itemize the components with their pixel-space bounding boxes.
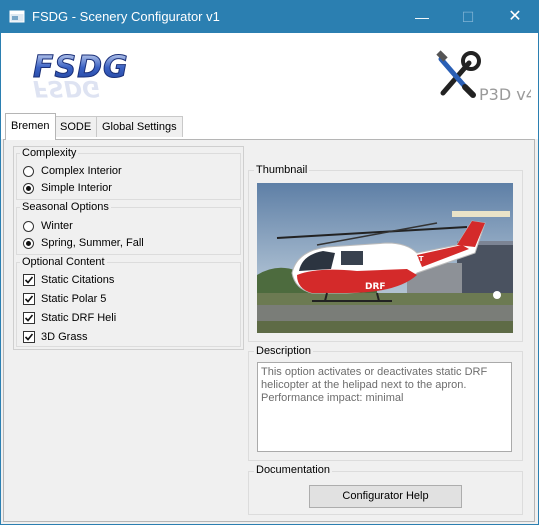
checkbox-box[interactable] — [23, 312, 35, 324]
check-icon — [24, 333, 34, 341]
radio-circle[interactable] — [23, 221, 34, 232]
check-icon — [24, 314, 34, 322]
static-citations-label: Static Citations — [41, 274, 115, 286]
complex-interior-label: Complex Interior — [41, 165, 122, 177]
winter-label: Winter — [41, 220, 73, 232]
configurator-help-button[interactable]: Configurator Help — [309, 485, 462, 508]
app-window: FSDG - Scenery Configurator v1 — ☐ ✕ FSD… — [0, 0, 539, 525]
thumbnail-image: DRF NOT — [257, 183, 513, 333]
static-drf-heli-label: Static DRF Heli — [41, 312, 117, 324]
svg-text:FSDG: FSDG — [33, 75, 100, 100]
spring-summer-fall-label: Spring, Summer, Fall — [41, 237, 144, 249]
checkbox-box[interactable] — [23, 331, 35, 343]
check-icon — [24, 276, 34, 284]
static-polar5-label: Static Polar 5 — [41, 293, 107, 305]
optional-content-label: Optional Content — [20, 256, 107, 268]
radio-circle[interactable] — [23, 166, 34, 177]
seasonal-label: Seasonal Options — [20, 201, 111, 213]
radio-circle-selected[interactable] — [23, 183, 34, 194]
simple-interior-label: Simple Interior — [41, 182, 112, 194]
checkbox-box[interactable] — [23, 274, 35, 286]
checkbox-box[interactable] — [23, 293, 35, 305]
minimize-button[interactable]: — — [399, 1, 445, 33]
thumbnail-label: Thumbnail — [254, 164, 310, 176]
app-icon — [9, 10, 25, 23]
maximize-button[interactable]: ☐ — [445, 1, 491, 33]
heli-drf-text: DRF — [365, 282, 386, 292]
description-textbox[interactable]: This option activates or deactivates sta… — [257, 362, 512, 452]
description-label: Description — [254, 345, 314, 357]
check-icon — [24, 295, 34, 303]
title-bar[interactable]: FSDG - Scenery Configurator v1 — ☐ ✕ — [1, 1, 538, 33]
window-title: FSDG - Scenery Configurator v1 — [32, 9, 220, 24]
p3d-logo-text: P3D v4 — [479, 85, 531, 104]
heli-tail-text: NOT — [407, 255, 424, 263]
documentation-label: Documentation — [254, 464, 332, 476]
close-button[interactable]: ✕ — [492, 1, 538, 33]
header-banner: FSDG FSDG P3D v4 — [1, 33, 538, 113]
p3d-logo: P3D v4 — [436, 50, 531, 104]
radio-circle-selected[interactable] — [23, 238, 34, 249]
complexity-label: Complexity — [20, 147, 79, 159]
fsdg-logo: FSDG FSDG — [33, 53, 129, 100]
tab-global-settings[interactable]: Global Settings — [96, 116, 183, 137]
3d-grass-label: 3D Grass — [41, 331, 88, 343]
tab-sode[interactable]: SODE — [54, 116, 98, 137]
tab-bremen[interactable]: Bremen — [5, 113, 56, 140]
